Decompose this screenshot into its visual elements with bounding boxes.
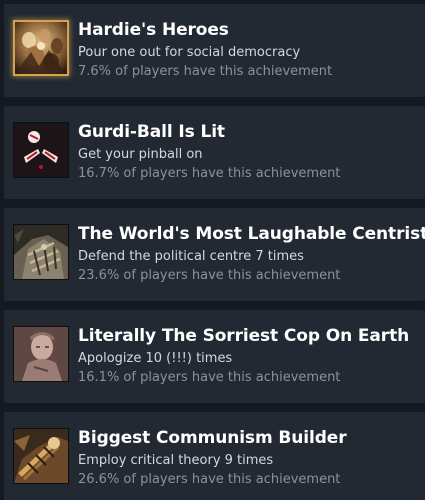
achievement-title: Hardie's Heroes — [78, 20, 229, 40]
achievement-description: Defend the political centre 7 times — [78, 249, 304, 264]
achievement-row[interactable]: Gurdi-Ball Is Lit Get your pinball on 16… — [4, 106, 425, 199]
achievement-title: Gurdi-Ball Is Lit — [78, 122, 225, 142]
achievement-title: Literally The Sorriest Cop On Earth — [78, 326, 410, 346]
achievement-title: Biggest Communism Builder — [78, 428, 347, 448]
pinball-icon — [13, 122, 69, 178]
achievement-row[interactable]: Biggest Communism Builder Employ critica… — [4, 412, 425, 500]
achievement-list: Hardie's Heroes Pour one out for social … — [0, 0, 425, 500]
heroes-crowd-icon — [13, 20, 69, 76]
achievement-unlock-percent: 23.6% of players have this achievement — [78, 268, 341, 283]
achievement-description: Get your pinball on — [78, 147, 203, 162]
communism-builder-icon — [13, 428, 69, 484]
achievement-description: Employ critical theory 9 times — [78, 453, 274, 468]
achievement-description: Pour one out for social democracy — [78, 45, 301, 60]
achievement-unlock-percent: 16.1% of players have this achievement — [78, 370, 341, 385]
centrist-portrait-icon — [13, 224, 69, 280]
achievement-row[interactable]: Hardie's Heroes Pour one out for social … — [4, 4, 425, 97]
achievement-row[interactable]: The World's Most Laughable Centrist Defe… — [4, 208, 425, 301]
achievement-description: Apologize 10 (!!!) times — [78, 351, 233, 366]
achievement-title: The World's Most Laughable Centrist — [78, 224, 425, 244]
achievement-unlock-percent: 16.7% of players have this achievement — [78, 166, 341, 181]
achievement-row[interactable]: Literally The Sorriest Cop On Earth Apol… — [4, 310, 425, 403]
achievement-unlock-percent: 7.6% of players have this achievement — [78, 64, 333, 79]
cop-portrait-icon — [13, 326, 69, 382]
achievement-unlock-percent: 26.6% of players have this achievement — [78, 472, 341, 487]
